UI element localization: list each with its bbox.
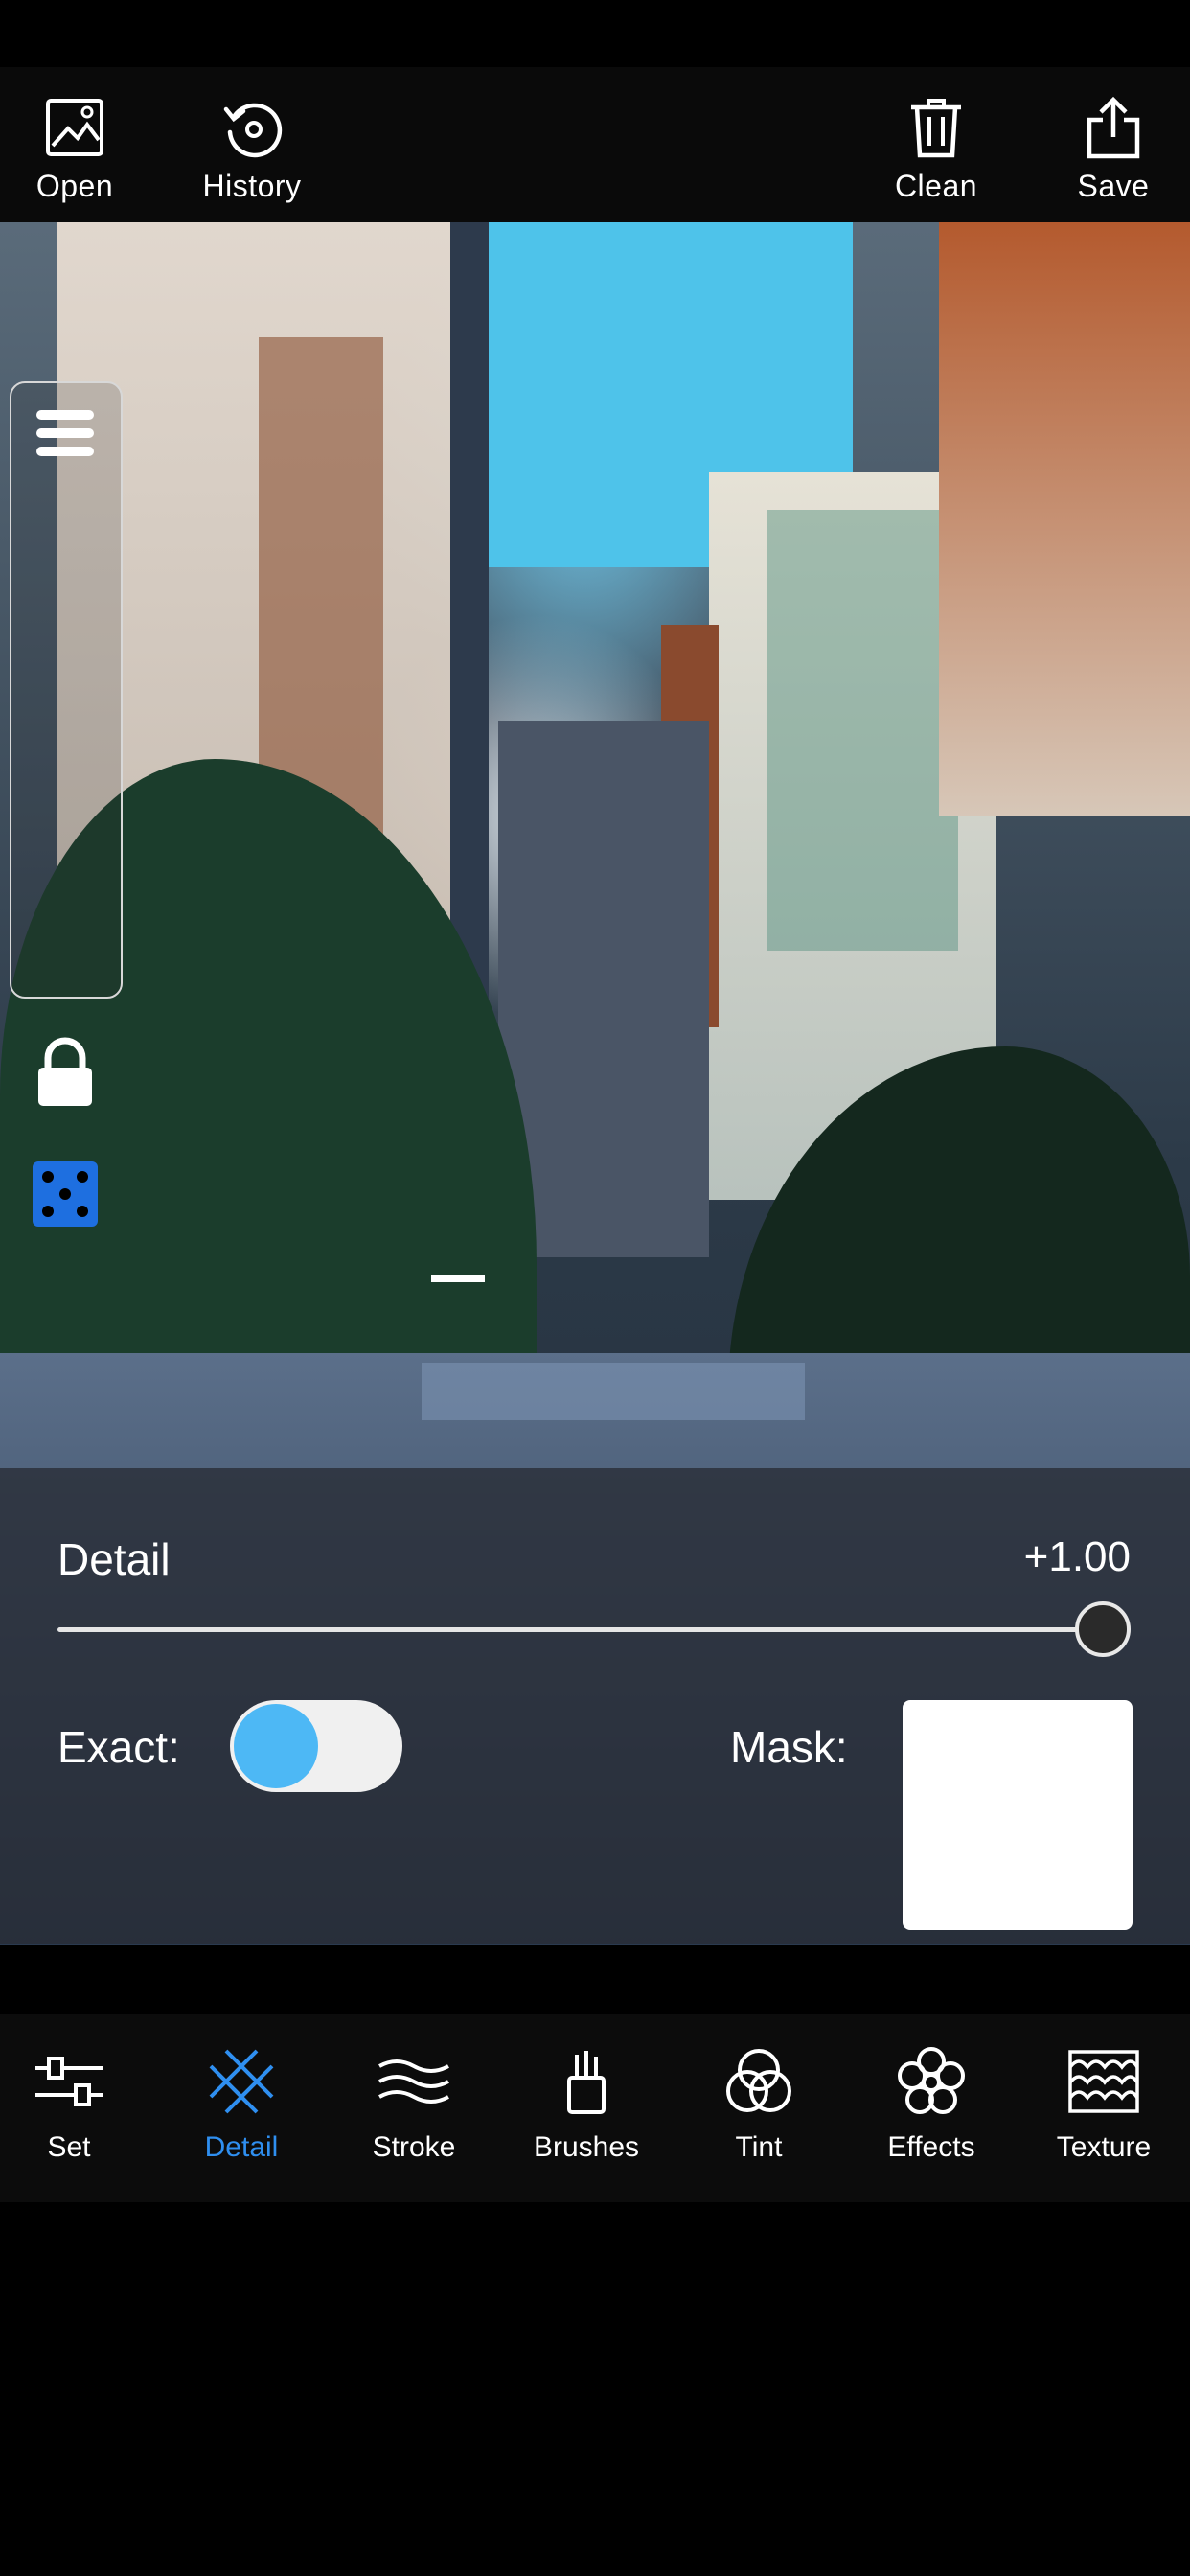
dice-icon[interactable] — [31, 1160, 100, 1229]
lock-icon[interactable] — [34, 1037, 96, 1108]
scales-icon — [1067, 2045, 1140, 2118]
save-label: Save — [1077, 169, 1150, 203]
tab-label: Detail — [204, 2131, 279, 2163]
brush-icon — [550, 2045, 623, 2118]
history-button[interactable]: History — [175, 67, 329, 222]
open-label: Open — [35, 169, 114, 203]
flower-icon — [895, 2045, 968, 2118]
tab-set[interactable]: Set — [0, 2014, 151, 2202]
clean-button[interactable]: Clean — [859, 67, 1013, 222]
tab-label: Tint — [735, 2131, 783, 2163]
detail-slider-track[interactable] — [57, 1627, 1108, 1632]
bottom-tab-bar: Set Detail Stroke Brushes Tint Effects T… — [0, 2014, 1190, 2202]
top-toolbar: Open History Clean Save — [0, 67, 1190, 222]
detail-slider-thumb[interactable] — [1075, 1601, 1131, 1657]
tab-label: Texture — [1056, 2131, 1152, 2163]
tab-label: Effects — [887, 2131, 975, 2163]
detail-label: Detail — [57, 1534, 171, 1584]
history-icon — [218, 94, 286, 161]
circles-icon — [722, 2045, 795, 2118]
tab-stroke[interactable]: Stroke — [332, 2014, 496, 2202]
history-label: History — [202, 169, 302, 203]
save-button[interactable]: Save — [1037, 67, 1190, 222]
mask-label: Mask: — [730, 1722, 848, 1772]
detail-value: +1.00 — [1023, 1533, 1131, 1580]
waves-icon — [378, 2045, 450, 2118]
crosshatch-icon — [205, 2045, 278, 2118]
tab-effects[interactable]: Effects — [849, 2014, 1014, 2202]
tab-label: Brushes — [533, 2131, 640, 2163]
sliders-icon — [33, 2045, 105, 2118]
layers-panel[interactable] — [10, 381, 123, 999]
image-icon — [41, 94, 108, 161]
trash-icon — [903, 94, 970, 161]
tab-detail[interactable]: Detail — [159, 2014, 324, 2202]
tab-brushes[interactable]: Brushes — [504, 2014, 669, 2202]
tab-texture[interactable]: Texture — [1021, 2014, 1186, 2202]
exact-label: Exact: — [57, 1722, 180, 1772]
tab-label: Set — [47, 2131, 91, 2163]
clean-label: Clean — [894, 169, 978, 203]
mask-swatch[interactable] — [903, 1700, 1133, 1930]
tab-tint[interactable]: Tint — [676, 2014, 841, 2202]
open-button[interactable]: Open — [0, 67, 151, 222]
tab-label: Stroke — [372, 2131, 456, 2163]
share-icon — [1080, 94, 1147, 161]
exact-toggle-knob[interactable] — [234, 1704, 318, 1788]
menu-icon[interactable] — [34, 402, 96, 464]
